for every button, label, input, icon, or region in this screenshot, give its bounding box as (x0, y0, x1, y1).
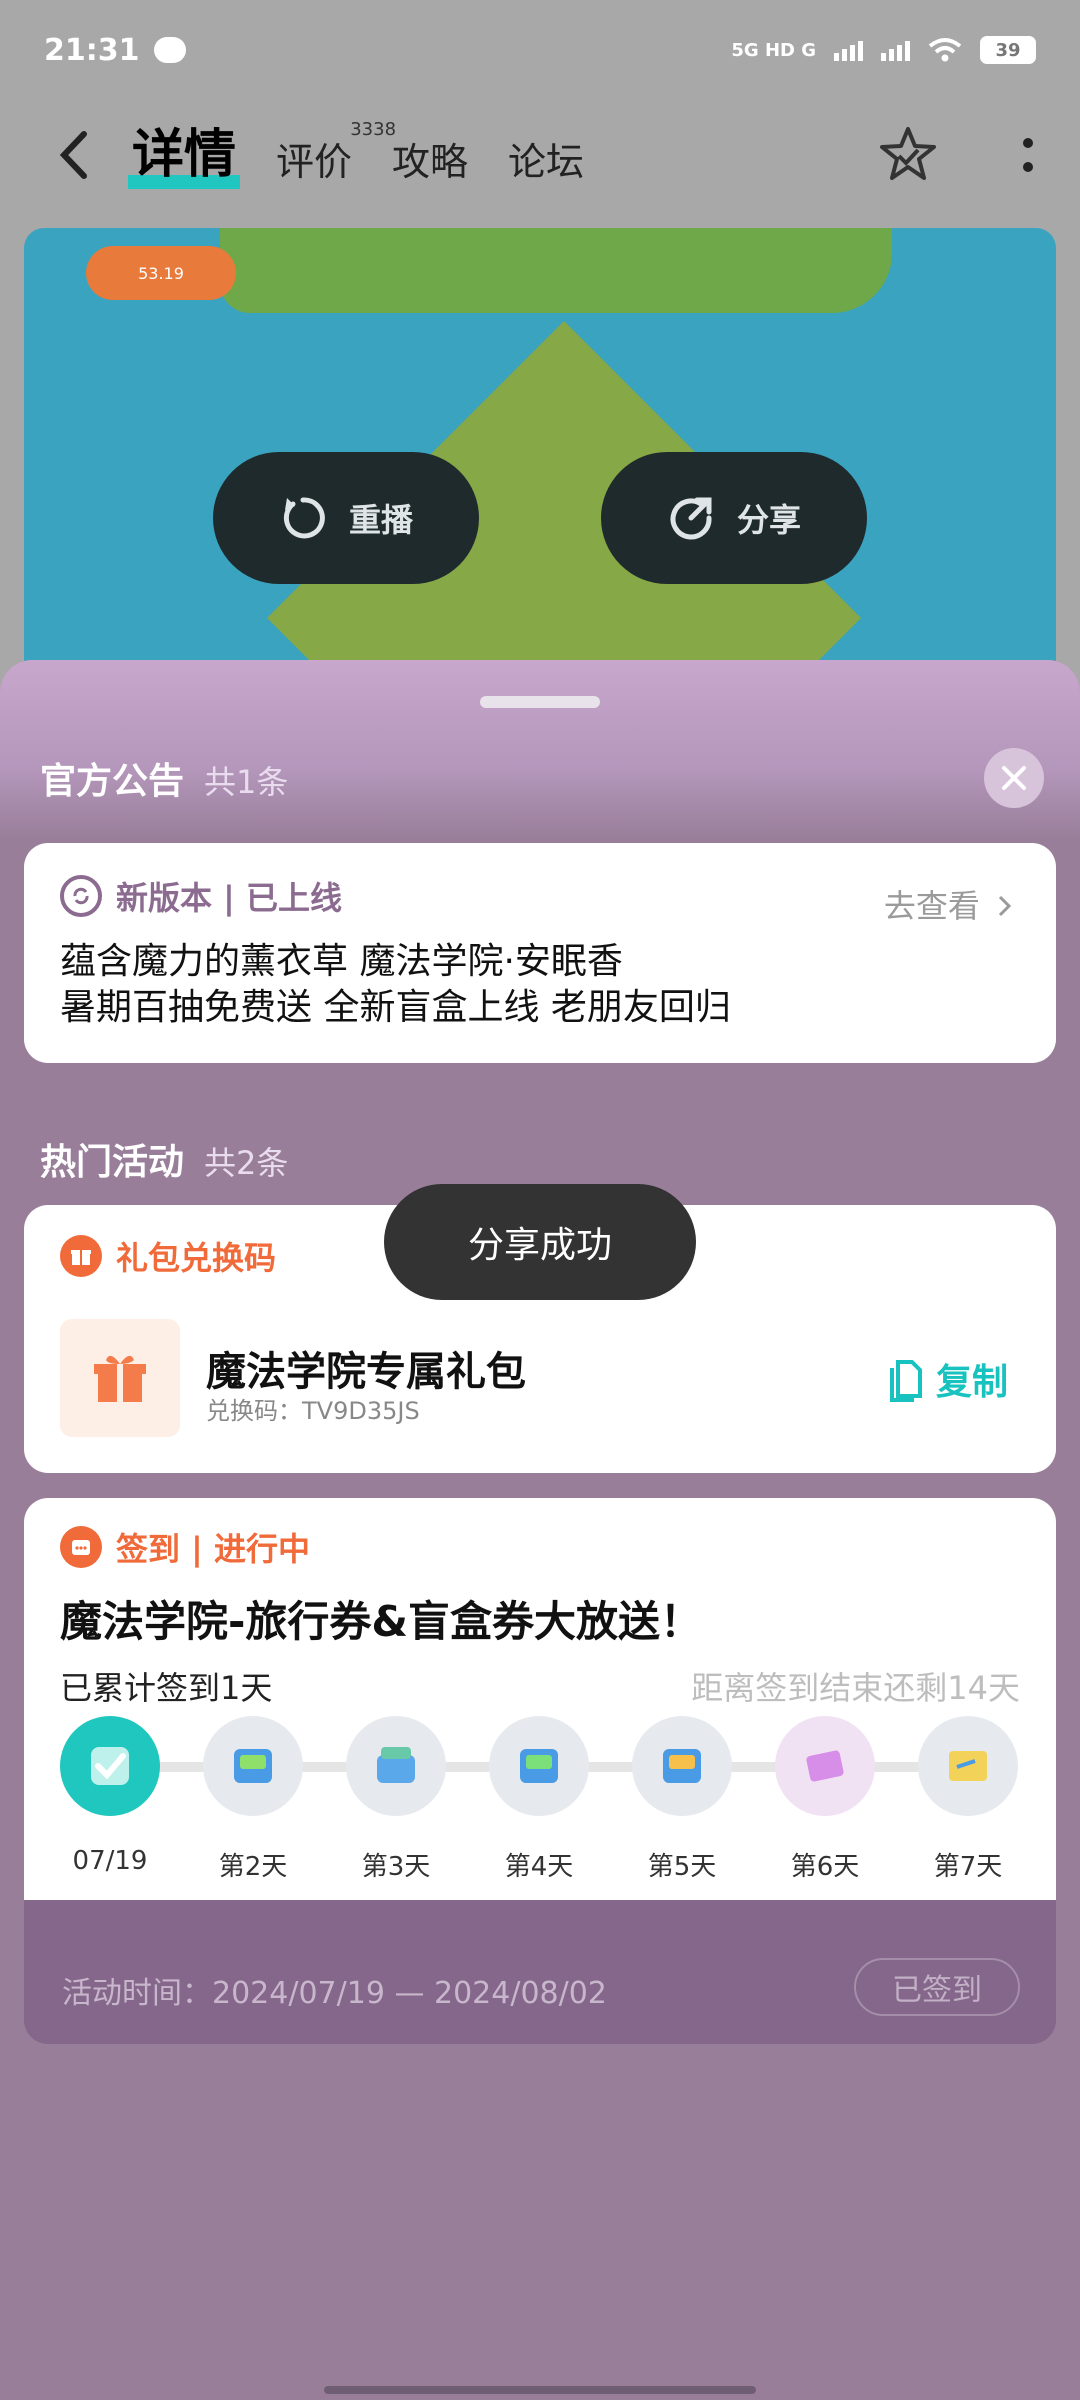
update-icon (60, 875, 102, 917)
activity-footer: 活动时间：2024/07/19 — 2024/08/02 已签到 (24, 1900, 1056, 2044)
tab-bar: 详情 评价 3338 攻略 论坛 (127, 121, 584, 189)
checkin-tag: 签到 | 进行中 (116, 1530, 310, 1568)
replay-button[interactable]: 重播 (213, 452, 479, 584)
video-player[interactable]: 53.19 重播 分享 (24, 228, 1056, 698)
drag-handle[interactable] (480, 696, 600, 708)
checkin-days: 07/19 第2天 第3天 第4天 第5天 第6天 第7天 (60, 1716, 1020, 1882)
copy-icon (889, 1360, 922, 1402)
activities-title: 热门活动 (40, 1142, 185, 1183)
activities-section-header: 热门活动 共2条 (40, 1133, 288, 1185)
day-3[interactable]: 第3天 (346, 1716, 446, 1883)
announcement-count: 共1条 (204, 763, 289, 801)
gift-box-icon (60, 1319, 180, 1437)
home-indicator[interactable] (324, 2386, 756, 2394)
replay-icon (283, 497, 325, 539)
game-scene-terrain (220, 228, 892, 313)
reward-ticket-icon (632, 1716, 732, 1816)
signal-icon (834, 39, 863, 61)
day-2[interactable]: 第2天 (203, 1716, 303, 1883)
announcement-sheet: 官方公告 共1条 新版本 | 已上线 去查看 蕴含魔力的薰衣草 魔法学院·安眠香… (0, 660, 1080, 2400)
reward-ticket-icon (489, 1716, 589, 1816)
reward-ticket-icon (203, 1716, 303, 1816)
day-6[interactable]: 第6天 (775, 1716, 875, 1883)
calendar-icon (60, 1526, 102, 1568)
tab-details[interactable]: 详情 (127, 129, 241, 189)
announcement-section-header: 官方公告 共1条 (40, 752, 288, 804)
close-button[interactable] (984, 748, 1044, 808)
close-icon (1002, 766, 1026, 790)
status-bar: 21:31 5G HD G 39 (0, 0, 1080, 100)
network-label: 5G HD G (731, 39, 816, 61)
checkin-remaining: 距离签到结束还剩14天 (691, 1669, 1020, 1707)
gift-code: 兑换码：TV9D35JS (206, 1397, 420, 1425)
hud-blimp: 53.19 (86, 246, 236, 300)
announcement-title: 官方公告 (40, 761, 185, 802)
top-nav: 详情 评价 3338 攻略 论坛 (0, 110, 1080, 200)
sheet-header-art (0, 660, 1080, 840)
tab-reviews[interactable]: 评价 3338 (276, 121, 396, 182)
battery-icon: 39 (980, 36, 1036, 64)
reward-ticket-icon (918, 1716, 1018, 1816)
checkin-title: 魔法学院-旅行券&盲盒券大放送！ (60, 1597, 703, 1646)
notice-line: 蕴含魔力的薰衣草 魔法学院·安眠香 (60, 941, 623, 982)
view-link[interactable]: 去查看 (884, 881, 1012, 927)
reward-coupon-icon (775, 1716, 875, 1816)
favorite-icon[interactable] (876, 123, 940, 187)
notice-card[interactable]: 新版本 | 已上线 去查看 蕴含魔力的薰衣草 魔法学院·安眠香 暑期百抽免费送 … (24, 843, 1056, 1063)
gift-name: 魔法学院专属礼包 (206, 1349, 526, 1395)
checkin-accumulated: 已累计签到1天 (60, 1669, 273, 1707)
message-icon (153, 37, 186, 63)
signal-icon-2 (881, 39, 910, 61)
share-success-toast: 分享成功 (384, 1184, 696, 1300)
day-7[interactable]: 第7天 (918, 1716, 1018, 1883)
review-count-badge: 3338 (350, 119, 397, 140)
day-4[interactable]: 第4天 (489, 1716, 589, 1883)
chevron-right-icon (998, 895, 1012, 917)
reward-box-icon (346, 1716, 446, 1816)
tab-guides[interactable]: 攻略 (392, 143, 468, 181)
back-button[interactable] (44, 125, 104, 185)
checked-icon (60, 1716, 160, 1816)
checkin-card: 签到 | 进行中 魔法学院-旅行券&盲盒券大放送！ 已累计签到1天 距离签到结束… (24, 1498, 1056, 1940)
status-time: 21:31 (44, 32, 140, 68)
day-5[interactable]: 第5天 (632, 1716, 732, 1883)
day-1[interactable]: 07/19 (60, 1716, 160, 1876)
activities-count: 共2条 (204, 1144, 289, 1182)
gift-icon (60, 1235, 102, 1277)
signed-button[interactable]: 已签到 (854, 1958, 1020, 2016)
tab-forum[interactable]: 论坛 (508, 143, 584, 181)
share-icon (670, 497, 712, 540)
notice-tag: 新版本 | 已上线 (116, 879, 342, 917)
more-icon[interactable] (1020, 135, 1036, 175)
gift-tag: 礼包兑换码 (116, 1239, 277, 1277)
wifi-icon (928, 38, 962, 62)
activity-period: 活动时间：2024/07/19 — 2024/08/02 (62, 1976, 607, 2011)
share-video-button[interactable]: 分享 (601, 452, 867, 584)
chevron-left-icon (59, 131, 87, 179)
copy-button[interactable]: 复制 (884, 1353, 1008, 1405)
notice-line: 暑期百抽免费送 全新盲盒上线 老朋友回归 (60, 987, 731, 1028)
